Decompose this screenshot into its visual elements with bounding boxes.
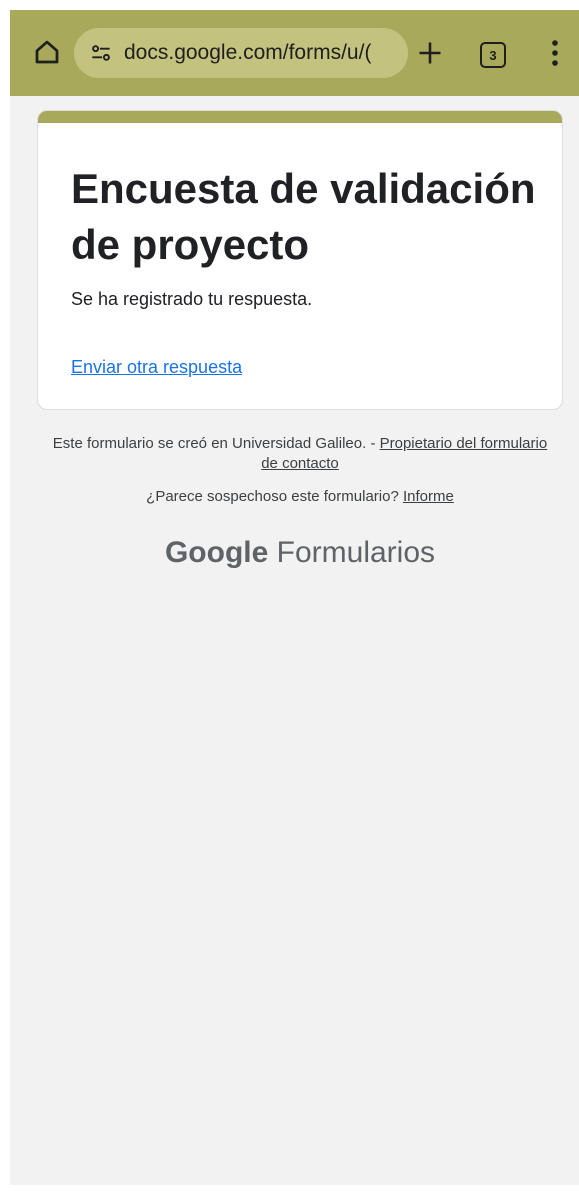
tab-count: 3	[489, 47, 497, 63]
suspicious-text: ¿Parece sospechoso este formulario?	[146, 488, 403, 505]
more-menu-button[interactable]	[545, 37, 565, 69]
form-origin-text: Este formulario se creó en Universidad G…	[52, 435, 380, 452]
site-settings-button[interactable]	[86, 38, 116, 68]
address-bar[interactable]: docs.google.com/forms/u/(	[74, 28, 408, 78]
tab-switcher-icon[interactable]: 3	[480, 42, 506, 68]
report-link[interactable]: Informe	[403, 488, 454, 505]
submit-another-response-link[interactable]: Enviar otra respuesta	[71, 357, 242, 378]
page-content: Encuesta de validación de proyecto Se ha…	[10, 96, 579, 1185]
page: docs.google.com/forms/u/( 3 Encuesta de …	[0, 0, 579, 1194]
home-button[interactable]	[30, 35, 64, 69]
more-vert-icon	[552, 40, 558, 66]
google-forms-logo[interactable]: Google Formularios	[50, 536, 550, 570]
browser-toolbar: docs.google.com/forms/u/( 3	[10, 10, 579, 96]
brand-google: Google	[164, 536, 269, 569]
form-title: Encuesta de validación de proyecto	[71, 165, 536, 268]
home-icon	[35, 40, 59, 64]
tune-icon	[92, 45, 110, 61]
new-tab-button[interactable]	[412, 35, 448, 71]
brand-product: Formularios	[268, 536, 436, 569]
confirmation-message: Se ha registrado tu respuesta.	[71, 289, 313, 309]
form-origin-note: Este formulario se creó en Universidad G…	[50, 434, 550, 474]
url-text[interactable]: docs.google.com/forms/u/(	[124, 41, 371, 65]
confirmation-card: Encuesta de validación de proyecto Se ha…	[37, 110, 563, 410]
card-accent-bar	[38, 111, 562, 123]
plus-icon	[419, 42, 441, 64]
report-note: ¿Parece sospechoso este formulario? Info…	[50, 487, 550, 507]
